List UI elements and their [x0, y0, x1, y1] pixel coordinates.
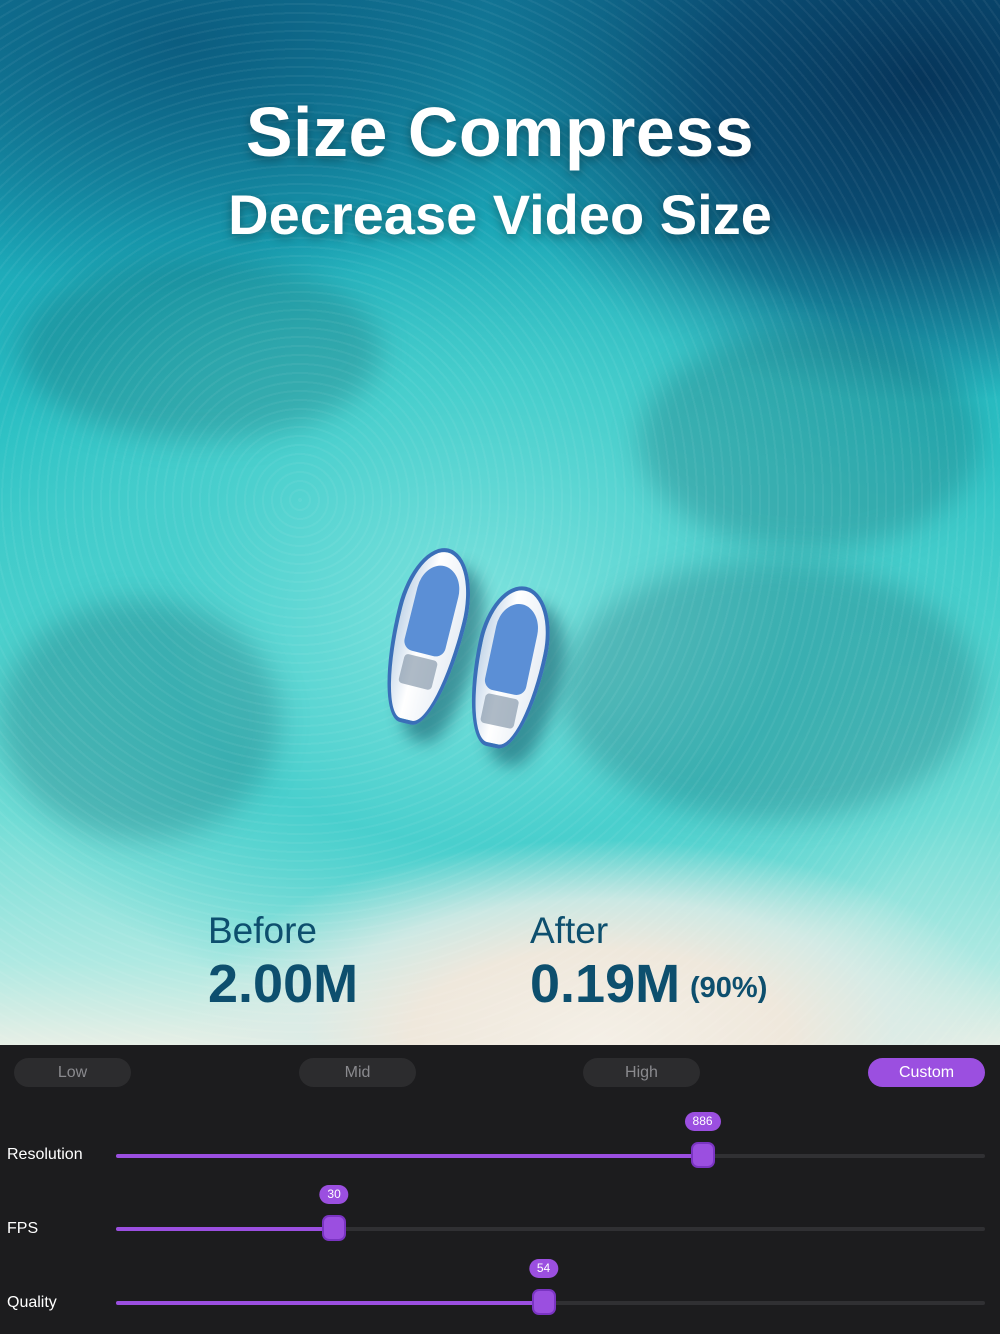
preset-low-button[interactable]: Low — [14, 1058, 131, 1087]
after-size: 0.19M — [530, 954, 681, 1014]
reduction-percent: (90%) — [690, 972, 768, 1004]
resolution-slider-fill — [116, 1154, 703, 1158]
video-preview: Size Compress Decrease Video Size Before… — [0, 0, 1000, 1045]
page-title: Size Compress — [245, 93, 755, 171]
before-label: Before — [208, 910, 318, 951]
fps-slider[interactable]: 30 — [116, 1185, 985, 1241]
resolution-slider-thumb[interactable] — [690, 1142, 715, 1168]
resolution-label: Resolution — [7, 1146, 83, 1163]
before-size: 2.00M — [208, 954, 359, 1014]
compress-screen: Size Compress Decrease Video Size Before… — [0, 0, 1000, 1334]
fps-slider-fill — [116, 1227, 335, 1231]
quality-slider-thumb[interactable] — [531, 1289, 556, 1315]
quality-slider-fill — [116, 1301, 544, 1305]
preset-high-button[interactable]: High — [583, 1058, 700, 1087]
fps-slider-thumb[interactable] — [322, 1215, 347, 1241]
after-label: After — [530, 910, 609, 951]
preset-mid-button[interactable]: Mid — [299, 1058, 416, 1087]
page-subtitle: Decrease Video Size — [228, 183, 772, 246]
resolution-slider[interactable]: 886 — [116, 1112, 985, 1168]
fps-label: FPS — [7, 1220, 39, 1237]
fps-value-badge: 30 — [319, 1185, 349, 1204]
quality-value-badge: 54 — [528, 1259, 559, 1278]
preset-custom-button[interactable]: Custom — [868, 1058, 985, 1087]
quality-slider[interactable]: 54 — [116, 1259, 985, 1315]
compression-controls: Low Mid High Custom Resolution 886 FPS 3… — [0, 1045, 1000, 1334]
resolution-value-badge: 886 — [684, 1112, 721, 1131]
quality-label: Quality — [7, 1294, 57, 1311]
